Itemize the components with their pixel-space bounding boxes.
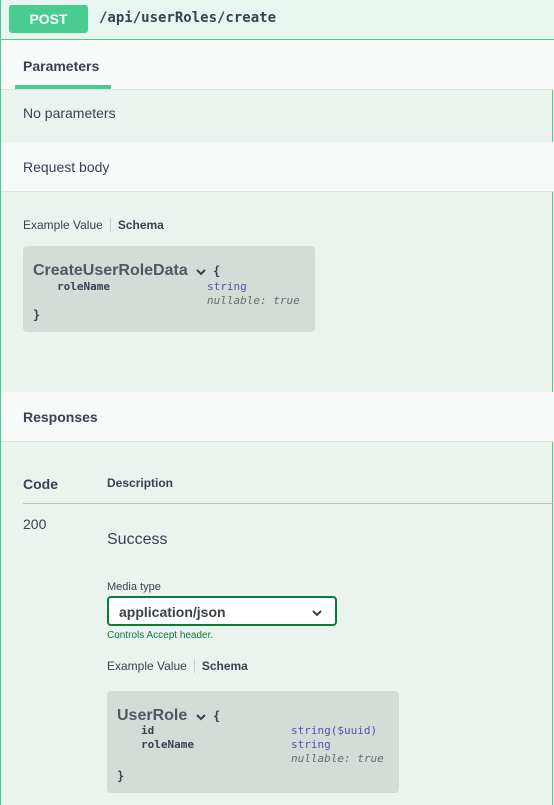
code-column-header: Code xyxy=(23,476,58,492)
request-body-header: Request body xyxy=(1,142,554,192)
opblock-summary[interactable]: POST /api/userRoles/create xyxy=(1,0,554,40)
method-badge: POST xyxy=(9,5,88,33)
chevron-down-icon[interactable] xyxy=(195,711,207,723)
opblock-post: POST /api/userRoles/create Parameters No… xyxy=(0,0,554,805)
response-description: Success xyxy=(107,531,168,548)
prop-name: roleName xyxy=(57,280,110,293)
request-example-tabs: Example Value Schema xyxy=(23,218,164,232)
parameters-header: Parameters xyxy=(1,40,554,90)
model-title[interactable]: UserRole xyxy=(117,707,187,725)
tab-separator xyxy=(109,218,111,232)
prop-type: string xyxy=(207,280,247,293)
tab-schema[interactable]: Schema xyxy=(118,218,164,232)
tab-active-indicator xyxy=(15,85,111,89)
table-divider xyxy=(23,503,554,504)
response-code: 200 xyxy=(23,516,47,532)
close-brace: } xyxy=(117,769,125,783)
open-brace: { xyxy=(213,264,221,278)
responses-header: Responses xyxy=(1,392,554,442)
response-example-tabs: Example Value Schema xyxy=(107,659,248,673)
response-schema-model: UserRole { id string($uuid) roleName str… xyxy=(107,691,399,793)
model-title[interactable]: CreateUserRoleData xyxy=(33,262,188,280)
media-type-select[interactable]: application/json xyxy=(107,596,337,626)
request-body-label: Request body xyxy=(23,159,110,175)
media-type-value: application/json xyxy=(119,604,226,620)
description-column-header: Description xyxy=(107,476,174,490)
tab-example-value[interactable]: Example Value xyxy=(23,218,103,232)
request-schema-model: CreateUserRoleData { roleName string nul… xyxy=(23,246,315,332)
tab-separator xyxy=(193,659,195,673)
tab-schema[interactable]: Schema xyxy=(202,659,248,673)
prop-type: string($uuid) xyxy=(291,724,378,737)
prop-nullable: nullable: true xyxy=(291,752,384,765)
prop-type: string xyxy=(291,738,331,751)
endpoint-path: /api/userRoles/create xyxy=(99,10,277,26)
no-parameters-text: No parameters xyxy=(23,105,116,121)
prop-name: id xyxy=(141,724,155,737)
tab-parameters[interactable]: Parameters xyxy=(23,58,99,74)
media-type-label: Media type xyxy=(107,581,161,593)
prop-nullable: nullable: true xyxy=(207,294,300,307)
tab-example-value[interactable]: Example Value xyxy=(107,659,187,673)
close-brace: } xyxy=(33,308,41,322)
open-brace: { xyxy=(213,709,221,723)
responses-title: Responses xyxy=(23,409,98,425)
chevron-down-icon[interactable] xyxy=(195,266,207,278)
media-type-hint: Controls Accept header. xyxy=(107,630,214,641)
prop-name: roleName xyxy=(141,738,194,751)
chevron-down-icon xyxy=(312,610,322,617)
